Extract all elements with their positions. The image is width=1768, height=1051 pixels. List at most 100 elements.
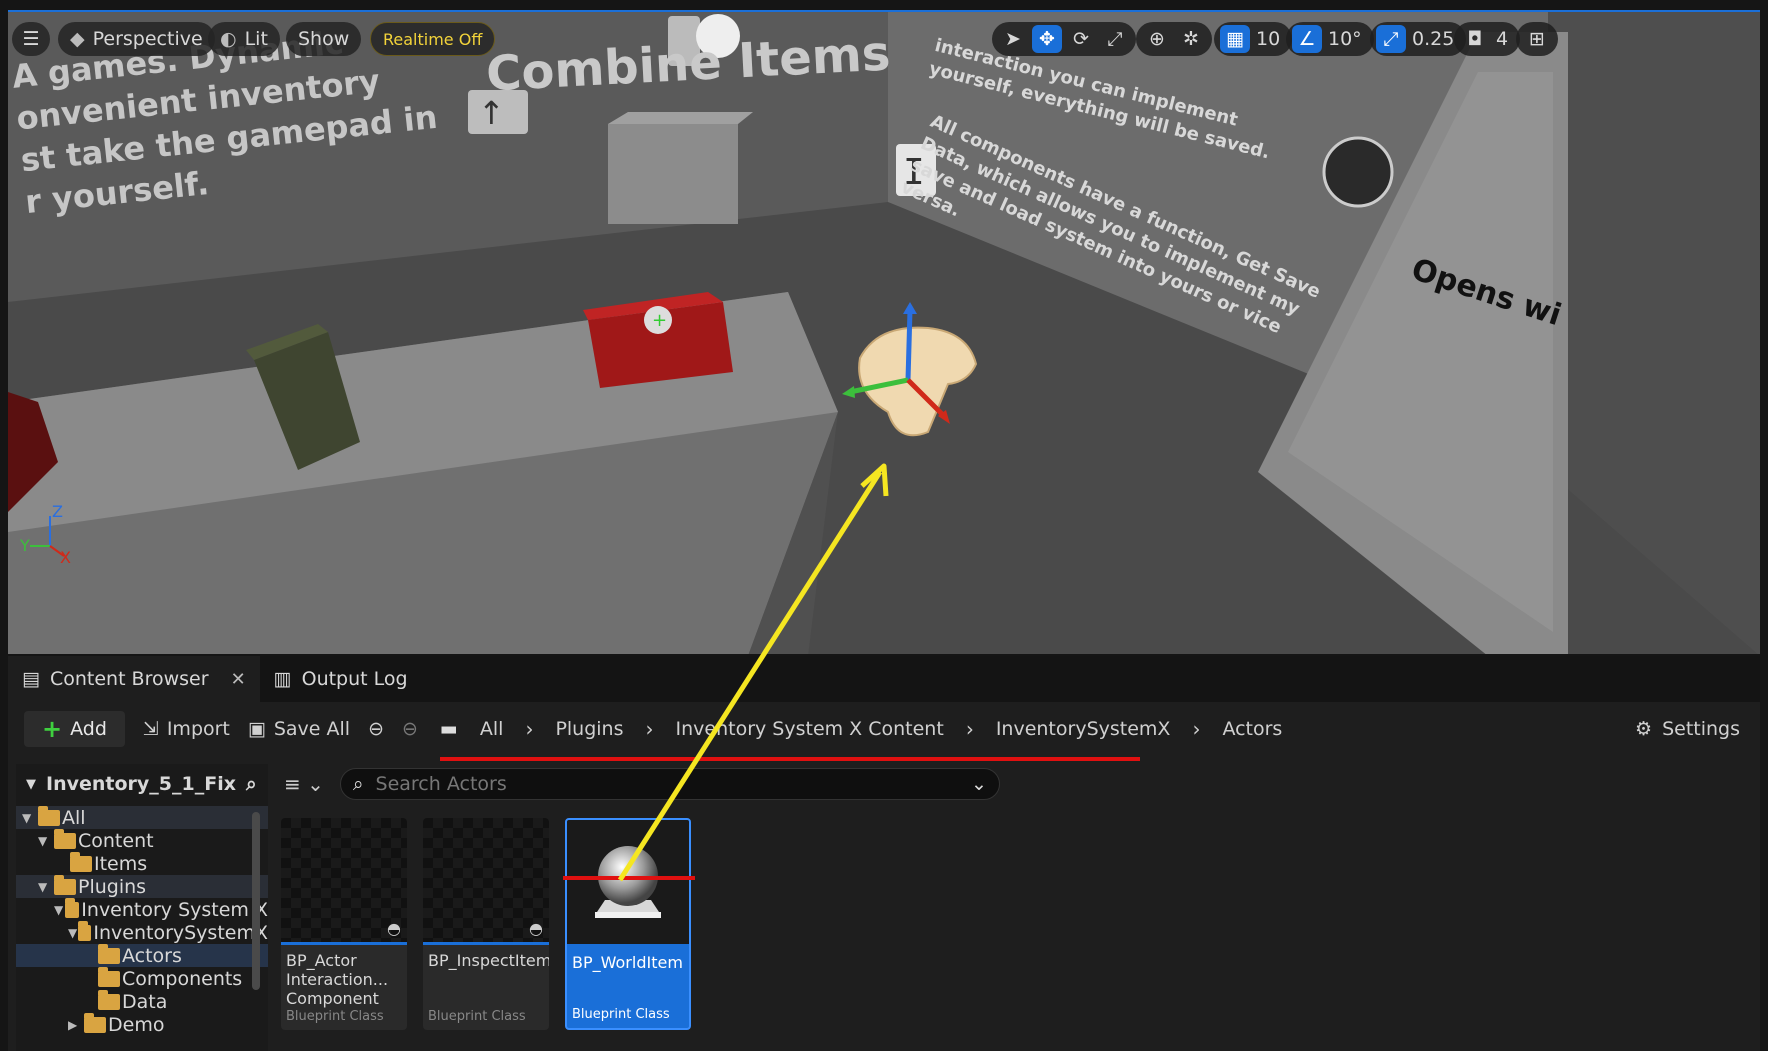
tree-item-plugins[interactable]: ▼ Plugins xyxy=(16,875,268,898)
folder-icon xyxy=(38,806,60,826)
scale-snap-control[interactable]: ⤢ 0.25 xyxy=(1370,22,1467,56)
tree-item-inventory-system-x[interactable]: ▼ Inventory System X xyxy=(16,898,268,921)
asset-type: Blueprint Class xyxy=(286,1009,384,1024)
chevron-down-icon[interactable]: ▼ xyxy=(54,903,65,917)
import-button[interactable]: ⇲ Import xyxy=(143,718,230,740)
tab-label: Content Browser xyxy=(49,668,209,690)
settings-button[interactable]: ⚙ Settings xyxy=(1635,718,1740,740)
chevron-right-icon[interactable]: › xyxy=(966,717,974,741)
rotation-snap-value[interactable]: 10° xyxy=(1326,28,1368,50)
content-browser-dock: ▤ Content Browser ✕ ▥ Output Log + Add ⇲… xyxy=(8,656,1760,1051)
tab-content-browser[interactable]: ▤ Content Browser ✕ xyxy=(8,656,260,702)
asset-underline-annotation xyxy=(563,876,695,880)
perspective-button[interactable]: ◆ Perspective xyxy=(58,22,215,56)
tree-item-items[interactable]: Items xyxy=(16,852,268,875)
project-header[interactable]: ▼ Inventory_5_1_Fix ⌕ xyxy=(16,764,268,804)
rotation-snap-control[interactable]: ∠ 10° xyxy=(1286,22,1374,56)
chevron-down-icon[interactable]: ▼ xyxy=(38,834,54,848)
folder-icon[interactable]: ▬ xyxy=(440,718,458,740)
history-back-icon[interactable]: ⊖ xyxy=(368,718,384,740)
tree-item-label: Demo xyxy=(108,1013,165,1036)
chevron-right-icon[interactable]: › xyxy=(646,717,654,741)
asset-tile-selected[interactable]: BP_WorldItem Blueprint Class xyxy=(565,818,691,1030)
breadcrumb-item[interactable]: Plugins xyxy=(555,718,623,740)
realtime-toggle[interactable]: Realtime Off xyxy=(370,22,496,56)
rotate-tool-icon[interactable]: ⟳ xyxy=(1066,25,1096,53)
hamburger-icon: ☰ xyxy=(22,28,40,50)
close-icon[interactable]: ✕ xyxy=(231,669,246,690)
camera-icon[interactable]: ◘ xyxy=(1460,25,1490,53)
filter-icon[interactable]: ≡ ⌄ xyxy=(284,772,324,796)
asset-thumbnail xyxy=(567,820,689,944)
save-all-button[interactable]: ▣ Save All xyxy=(248,718,350,740)
search-icon[interactable]: ⌕ xyxy=(246,773,257,795)
chevron-down-icon[interactable]: ▼ xyxy=(68,926,78,940)
tree-item-inventorysystemx[interactable]: ▼ InventorySystemX xyxy=(16,921,268,944)
scale-tool-icon[interactable]: ⤢ xyxy=(1100,25,1130,53)
tab-output-log[interactable]: ▥ Output Log xyxy=(260,656,422,702)
tree-item-label: Data xyxy=(122,990,168,1013)
chevron-right-icon[interactable]: ▶ xyxy=(68,1018,84,1032)
folder-icon xyxy=(98,990,120,1010)
lit-button[interactable]: ◐ Lit xyxy=(208,22,280,56)
grid-snap-value[interactable]: 10 xyxy=(1254,28,1286,50)
show-button[interactable]: Show xyxy=(286,22,362,56)
level-viewport[interactable]: + ↑ I Combine Items A games. Dynamic onv… xyxy=(8,10,1760,654)
grid-snap-icon[interactable]: ▦ xyxy=(1220,25,1250,53)
chevron-down-icon: ▼ xyxy=(26,776,36,792)
asset-tile[interactable]: ◓ BP_InspectItem Blueprint Class xyxy=(423,818,549,1030)
folder-icon xyxy=(98,967,120,987)
breadcrumb-item[interactable]: InventorySystemX xyxy=(996,718,1171,740)
search-icon: ⌕ xyxy=(352,773,364,795)
axis-x-label: X xyxy=(60,548,71,567)
history-forward-icon[interactable]: ⊖ xyxy=(402,718,418,740)
chevron-right-icon[interactable]: › xyxy=(1192,717,1200,741)
sidebar-scrollbar[interactable] xyxy=(252,812,260,990)
camera-speed-value[interactable]: 4 xyxy=(1494,28,1514,50)
search-placeholder: Search Actors xyxy=(375,773,507,795)
breadcrumb-item[interactable]: Actors xyxy=(1222,718,1282,740)
tree-item-actors[interactable]: Actors xyxy=(16,944,268,967)
axis-z-label: Z xyxy=(52,502,63,521)
tree-item-demo[interactable]: ▶ Demo xyxy=(16,1013,268,1036)
world-space-icon[interactable]: ⊕ xyxy=(1142,25,1172,53)
breadcrumb-item[interactable]: Inventory System X Content xyxy=(676,718,944,740)
folder-icon xyxy=(84,1013,106,1033)
camera-speed-control[interactable]: ◘ 4 xyxy=(1454,22,1521,56)
viewport-menu-button[interactable]: ☰ xyxy=(12,22,50,56)
search-input[interactable]: ⌕ Search Actors ⌄ xyxy=(339,768,1000,800)
tree-item-components[interactable]: Components xyxy=(16,967,268,990)
asset-tile[interactable]: ◓ BP_Actor Interaction... Component Blue… xyxy=(281,818,407,1030)
tree-item-label: Content xyxy=(78,829,154,852)
import-label: Import xyxy=(166,718,230,740)
asset-name: BP_Actor Interaction... Component xyxy=(286,951,389,1008)
settings-label: Settings xyxy=(1662,718,1740,740)
folder-tree: ▼ All ▼ Content Items ▼ Plugins ▼ Inventory … xyxy=(16,804,268,1036)
editor-window: + ↑ I Combine Items A games. Dynamic onv… xyxy=(0,0,1768,1051)
import-icon: ⇲ xyxy=(142,718,159,740)
move-tool-icon[interactable]: ✥ xyxy=(1032,25,1062,53)
chevron-down-icon[interactable]: ⌄ xyxy=(971,773,987,795)
tree-item-label: All xyxy=(62,806,86,829)
tree-item-content[interactable]: ▼ Content xyxy=(16,829,268,852)
scale-snap-icon[interactable]: ⤢ xyxy=(1376,25,1406,53)
folder-icon xyxy=(54,829,76,849)
actor-badge-icon: ◓ xyxy=(387,919,401,938)
chevron-down-icon[interactable]: ▼ xyxy=(22,811,38,825)
select-tool-icon[interactable]: ➤ xyxy=(998,25,1028,53)
tree-item-data[interactable]: Data xyxy=(16,990,268,1013)
add-button[interactable]: + Add xyxy=(24,711,125,747)
perspective-label: Perspective xyxy=(92,28,203,50)
layout-icon[interactable]: ⊞ xyxy=(1522,25,1552,53)
grid-snap-control[interactable]: ▦ 10 xyxy=(1214,22,1293,56)
add-label: Add xyxy=(70,718,107,740)
chevron-down-icon[interactable]: ▼ xyxy=(38,880,54,894)
rotation-snap-icon[interactable]: ∠ xyxy=(1292,25,1322,53)
breadcrumb-item[interactable]: All xyxy=(480,718,504,740)
scale-snap-value[interactable]: 0.25 xyxy=(1410,28,1460,50)
layout-button[interactable]: ⊞ xyxy=(1516,22,1558,56)
surface-snap-icon[interactable]: ✲ xyxy=(1176,25,1206,53)
output-log-icon: ▥ xyxy=(273,668,292,690)
tree-item-all[interactable]: ▼ All xyxy=(16,806,268,829)
chevron-right-icon[interactable]: › xyxy=(525,717,533,741)
